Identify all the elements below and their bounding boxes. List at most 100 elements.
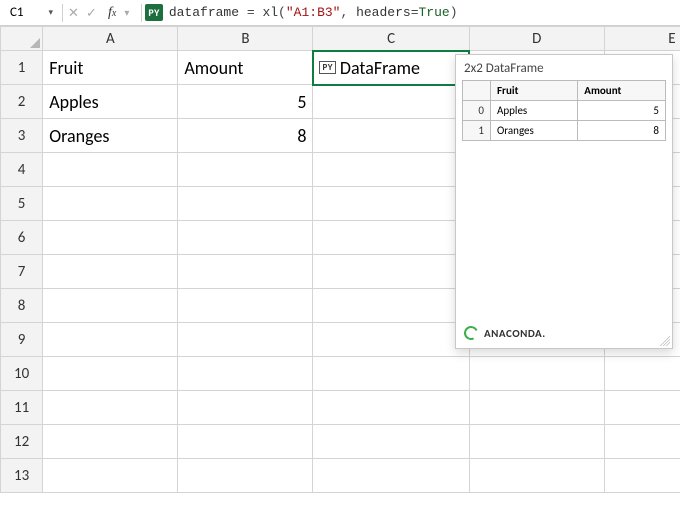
row-header-4[interactable]: 4 <box>1 153 43 187</box>
cell-B6[interactable] <box>178 221 313 255</box>
cell-E11[interactable] <box>604 391 680 425</box>
row-header-6[interactable]: 6 <box>1 221 43 255</box>
cell-B10[interactable] <box>178 357 313 391</box>
cell-A13[interactable] <box>43 459 178 493</box>
row-header-1[interactable]: 1 <box>1 51 43 85</box>
cell-C2[interactable] <box>313 85 469 119</box>
cell-C4[interactable] <box>313 153 469 187</box>
name-box[interactable]: C1 ▾ <box>4 3 59 23</box>
card-footer: ANACONDA. <box>462 322 666 344</box>
cancel-icon[interactable]: ✕ <box>68 6 82 20</box>
name-box-value: C1 <box>10 3 24 23</box>
cell-A12[interactable] <box>43 425 178 459</box>
cell-B4[interactable] <box>178 153 313 187</box>
fx-icon[interactable]: fx <box>108 5 116 21</box>
cell-C1-value: DataFrame <box>340 57 420 79</box>
cell-A10[interactable] <box>43 357 178 391</box>
cell-B7[interactable] <box>178 255 313 289</box>
cell-B3[interactable]: 8 <box>178 119 313 153</box>
row-header-9[interactable]: 9 <box>1 323 43 357</box>
cell-B12[interactable] <box>178 425 313 459</box>
cell-D10[interactable] <box>469 357 604 391</box>
formula-bar: C1 ▾ ✕ ✓ fx ▾ PY dataframe = xl("A1:B3",… <box>0 0 680 26</box>
cell-A11[interactable] <box>43 391 178 425</box>
separator <box>141 4 142 22</box>
cell-A7[interactable] <box>43 255 178 289</box>
row-header-10[interactable]: 10 <box>1 357 43 391</box>
cell-C10[interactable] <box>313 357 469 391</box>
cell-A5[interactable] <box>43 187 178 221</box>
cell-C3[interactable] <box>313 119 469 153</box>
cell-C8[interactable] <box>313 289 469 323</box>
cell-E12[interactable] <box>604 425 680 459</box>
cell-A2[interactable]: Apples <box>43 85 178 119</box>
cell-B13[interactable] <box>178 459 313 493</box>
cell-A8[interactable] <box>43 289 178 323</box>
cell-C5[interactable] <box>313 187 469 221</box>
cell-C9[interactable] <box>313 323 469 357</box>
mini-row: 0 Apples 5 <box>463 101 666 121</box>
col-header-E[interactable]: E <box>604 27 680 51</box>
dropdown-icon[interactable]: ▾ <box>124 6 138 20</box>
col-header-A[interactable]: A <box>43 27 178 51</box>
cell-A9[interactable] <box>43 323 178 357</box>
mini-cell-fruit: Apples <box>491 101 578 121</box>
cell-A4[interactable] <box>43 153 178 187</box>
card-title: 2x2 DataFrame <box>464 61 666 76</box>
mini-row: 1 Oranges 8 <box>463 121 666 141</box>
cell-A1[interactable]: Fruit <box>43 51 178 85</box>
chevron-down-icon[interactable]: ▾ <box>48 3 53 23</box>
cell-C7[interactable] <box>313 255 469 289</box>
enter-icon[interactable]: ✓ <box>86 6 100 20</box>
python-badge-icon: PY <box>145 4 162 21</box>
cell-D13[interactable] <box>469 459 604 493</box>
row-header-13[interactable]: 13 <box>1 459 43 493</box>
formula-bar-icons: ✕ ✓ fx ▾ <box>68 5 138 21</box>
mini-cell-amount: 8 <box>578 121 666 141</box>
col-header-C[interactable]: C <box>313 27 469 51</box>
mini-col-fruit: Fruit <box>491 81 578 101</box>
dataframe-preview-card[interactable]: 2x2 DataFrame Fruit Amount 0 Apples 5 1 … <box>455 54 673 349</box>
resize-grip-icon[interactable] <box>660 336 670 346</box>
formula-input[interactable]: dataframe = xl("A1:B3", headers=True) <box>169 5 458 20</box>
cell-B11[interactable] <box>178 391 313 425</box>
anaconda-logo-icon <box>462 324 480 342</box>
separator <box>62 4 63 22</box>
mini-col-amount: Amount <box>578 81 666 101</box>
cell-B5[interactable] <box>178 187 313 221</box>
cell-C12[interactable] <box>313 425 469 459</box>
cell-B9[interactable] <box>178 323 313 357</box>
mini-idx: 0 <box>463 101 491 121</box>
cell-C11[interactable] <box>313 391 469 425</box>
cell-E10[interactable] <box>604 357 680 391</box>
python-chip-icon: PY <box>319 61 335 74</box>
anaconda-brand-text: ANACONDA. <box>484 327 546 340</box>
row-header-5[interactable]: 5 <box>1 187 43 221</box>
cell-B8[interactable] <box>178 289 313 323</box>
mini-idx: 1 <box>463 121 491 141</box>
row-header-3[interactable]: 3 <box>1 119 43 153</box>
select-all-icon <box>30 38 40 48</box>
cell-B2[interactable]: 5 <box>178 85 313 119</box>
col-header-B[interactable]: B <box>178 27 313 51</box>
col-header-D[interactable]: D <box>469 27 604 51</box>
cell-C6[interactable] <box>313 221 469 255</box>
dataframe-preview-table: Fruit Amount 0 Apples 5 1 Oranges 8 <box>462 80 666 141</box>
row-header-12[interactable]: 12 <box>1 425 43 459</box>
select-all-corner[interactable] <box>1 27 43 51</box>
cell-B1[interactable]: Amount <box>178 51 313 85</box>
cell-E13[interactable] <box>604 459 680 493</box>
mini-cell-fruit: Oranges <box>491 121 578 141</box>
cell-A6[interactable] <box>43 221 178 255</box>
cell-A3[interactable]: Oranges <box>43 119 178 153</box>
row-header-2[interactable]: 2 <box>1 85 43 119</box>
mini-cell-amount: 5 <box>578 101 666 121</box>
row-header-11[interactable]: 11 <box>1 391 43 425</box>
cell-C1[interactable]: PY DataFrame <box>313 51 469 85</box>
row-header-8[interactable]: 8 <box>1 289 43 323</box>
cell-C13[interactable] <box>313 459 469 493</box>
row-header-7[interactable]: 7 <box>1 255 43 289</box>
spreadsheet-grid[interactable]: A B C D E 1 Fruit Amount PY DataFrame 2 … <box>0 26 680 493</box>
cell-D11[interactable] <box>469 391 604 425</box>
cell-D12[interactable] <box>469 425 604 459</box>
